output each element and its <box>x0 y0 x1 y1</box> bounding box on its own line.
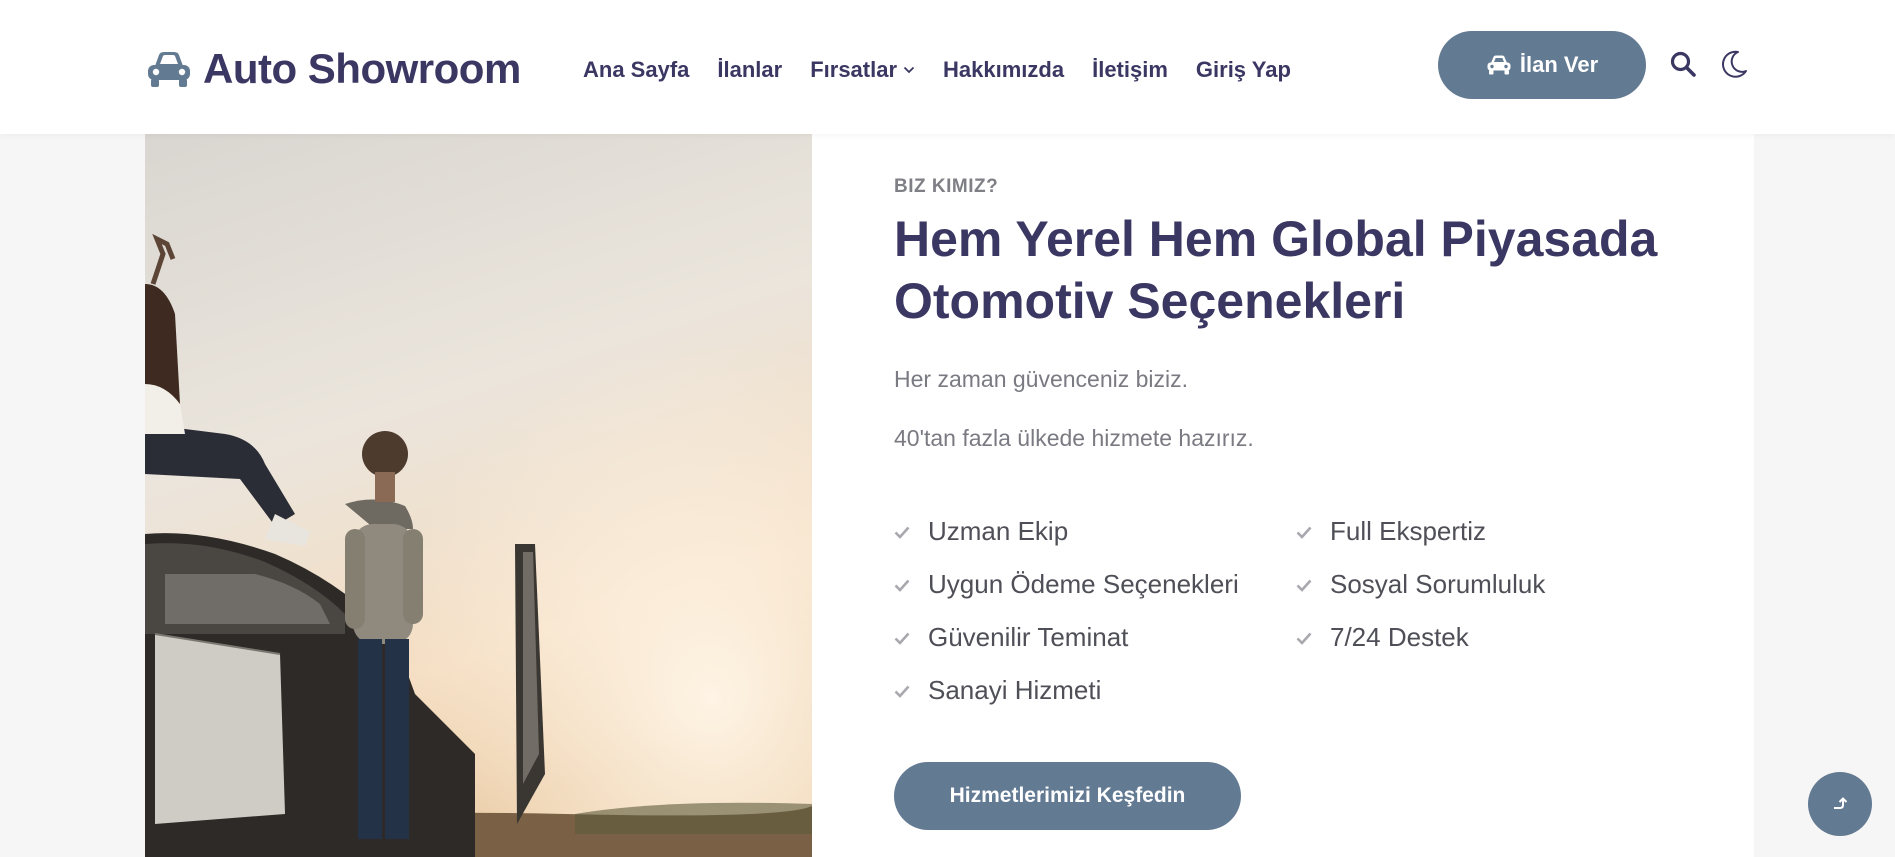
nav-item-hakkimizda[interactable]: Hakkımızda <box>943 57 1064 83</box>
post-listing-button[interactable]: İlan Ver <box>1438 31 1646 99</box>
logo-text: Auto Showroom <box>203 45 521 92</box>
check-icon <box>1296 526 1312 539</box>
section-eyebrow: BIZ KIMIZ? <box>894 176 999 197</box>
feature-label: 7/24 Destek <box>1330 622 1469 652</box>
nav-item-firsatlar[interactable]: Fırsatlar <box>810 57 915 83</box>
logo[interactable]: Auto Showroom <box>145 44 521 94</box>
feature-item: Güvenilir Teminat <box>894 620 1296 655</box>
nav-item-iletisim[interactable]: İletişim <box>1092 57 1168 83</box>
feature-item: Uzman Ekip <box>894 514 1296 549</box>
feature-label: Güvenilir Teminat <box>928 622 1129 652</box>
check-icon <box>1296 579 1312 592</box>
chevron-down-icon <box>903 66 915 74</box>
feature-label: Sanayi Hizmeti <box>928 675 1102 705</box>
feature-label: Sosyal Sorumluluk <box>1330 569 1546 599</box>
check-icon <box>894 579 910 592</box>
main-nav: Ana Sayfa İlanlar Fırsatlar Hakkımızda İ… <box>583 52 1291 88</box>
nav-item-ilanlar[interactable]: İlanlar <box>717 57 782 83</box>
hero-photo <box>145 134 812 857</box>
nav-item-ana-sayfa[interactable]: Ana Sayfa <box>583 57 689 83</box>
car-icon <box>1487 55 1511 75</box>
feature-label: Uygun Ödeme Seçenekleri <box>928 569 1239 599</box>
search-icon[interactable] <box>1669 50 1697 78</box>
scroll-to-top-button[interactable] <box>1808 772 1872 836</box>
site-header: Auto Showroom Ana Sayfa İlanlar Fırsatla… <box>0 0 1895 134</box>
check-icon <box>894 526 910 539</box>
feature-item: Uygun Ödeme Seçenekleri <box>894 567 1296 602</box>
feature-item: Sanayi Hizmeti <box>894 673 1296 708</box>
intro-paragraph: 40'tan fazla ülkede hizmete hazırız. <box>894 425 1254 451</box>
feature-item: Sosyal Sorumluluk <box>1296 567 1614 602</box>
nav-item-giris-yap[interactable]: Giriş Yap <box>1196 57 1291 83</box>
post-listing-label: İlan Ver <box>1519 52 1599 77</box>
feature-item: Full Ekspertiz <box>1296 514 1614 549</box>
feature-label: Uzman Ekip <box>928 516 1069 546</box>
feature-item: 7/24 Destek <box>1296 620 1614 655</box>
check-icon <box>894 632 910 645</box>
feature-label: Full Ekspertiz <box>1330 516 1487 546</box>
section-heading: Hem Yerel Hem Global Piyasada Otomotiv S… <box>894 211 1658 329</box>
moon-icon[interactable] <box>1718 48 1750 80</box>
car-icon <box>148 52 190 87</box>
check-icon <box>894 685 910 698</box>
arrow-up-icon <box>1834 797 1848 809</box>
feature-list: Uzman Ekip Full Ekspertiz Uygun Ödeme Se… <box>894 514 1614 708</box>
about-section: BIZ KIMIZ? Hem Yerel Hem Global Piyasada… <box>145 134 1754 857</box>
explore-services-button[interactable]: Hizmetlerimizi Keşfedin <box>894 762 1241 830</box>
intro-paragraph: Her zaman güvenceniz biziz. <box>894 366 1189 392</box>
nav-item-label: Fırsatlar <box>810 57 898 82</box>
check-icon <box>1296 632 1312 645</box>
